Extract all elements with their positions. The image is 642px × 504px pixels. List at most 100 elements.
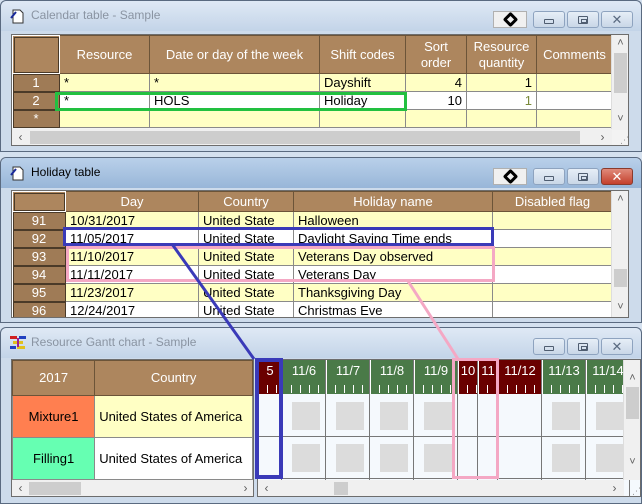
resize-grip[interactable]: ⋰	[612, 129, 628, 145]
cell-disabled-flag[interactable]	[492, 211, 613, 230]
column-header-disabled-flag[interactable]: Disabled flag	[492, 191, 613, 212]
cell-holiday-name[interactable]: Daylight Saving Time ends	[293, 229, 493, 248]
scroll-up-icon[interactable]: ˄	[624, 370, 640, 387]
shift-block[interactable]	[336, 402, 364, 430]
cell-comments[interactable]	[536, 73, 613, 92]
maximize-button[interactable]	[567, 11, 599, 28]
gantt-day-header[interactable]: 11/8	[370, 360, 413, 394]
gantt-day-column[interactable]: 10	[458, 360, 478, 496]
column-header-holiday-name[interactable]: Holiday name	[293, 191, 493, 212]
scroll-thumb[interactable]	[614, 269, 627, 287]
cell-sort[interactable]: 4	[405, 73, 467, 92]
maximize-button[interactable]	[567, 338, 599, 355]
scroll-left-icon[interactable]: ‹	[12, 129, 29, 145]
cell-country[interactable]: United State	[198, 265, 294, 284]
column-header-date[interactable]: Date or day of the week	[149, 35, 320, 74]
shift-block[interactable]	[292, 402, 320, 430]
gantt-titlebar[interactable]: Resource Gantt chart - Sample ✕	[1, 328, 641, 358]
minimize-button[interactable]	[533, 11, 565, 28]
cell-disabled-flag[interactable]	[492, 283, 613, 302]
table-row[interactable]: 1 * * Dayshift 4 1	[12, 73, 613, 92]
scroll-right-icon[interactable]: ›	[594, 129, 611, 145]
help-button[interactable]	[493, 11, 527, 28]
minimize-button[interactable]	[533, 338, 565, 355]
gantt-day-header[interactable]: 10	[458, 360, 477, 394]
cell-day[interactable]: 11/10/2017	[65, 247, 199, 266]
cell-day[interactable]: 11/11/2017	[65, 265, 199, 284]
cell-quantity[interactable]: 1	[466, 73, 537, 92]
vertical-scrollbar[interactable]: ˄ ˅	[611, 191, 628, 317]
gantt-day-header[interactable]: 11/9	[414, 360, 457, 394]
resource-country[interactable]: United States of America	[94, 437, 253, 480]
cell-disabled-flag[interactable]	[492, 247, 613, 266]
row-header[interactable]: 91	[12, 211, 66, 230]
shift-block[interactable]	[336, 444, 364, 472]
year-header[interactable]: 2017	[12, 360, 96, 396]
cell-date[interactable]: *	[149, 73, 320, 92]
column-header-sort-order[interactable]: Sort order	[405, 35, 467, 74]
row-header[interactable]: 96	[12, 301, 66, 317]
cell-disabled-flag[interactable]	[492, 229, 613, 248]
column-header-shift-codes[interactable]: Shift codes	[319, 35, 406, 74]
holiday-titlebar[interactable]: Holiday table ✕	[1, 158, 641, 188]
horizontal-scrollbar[interactable]: ‹ ›	[258, 480, 624, 496]
gantt-day-header[interactable]: 5	[258, 360, 281, 394]
minimize-button[interactable]	[533, 168, 565, 185]
resource-row[interactable]: Filling1 United States of America	[12, 437, 253, 480]
gantt-day-column[interactable]: 11/9	[414, 360, 458, 496]
resource-country[interactable]: United States of America	[94, 395, 253, 438]
table-row[interactable]: 93 11/10/2017 United State Veterans Day …	[12, 247, 613, 266]
cell-holiday-name[interactable]: Halloween	[293, 211, 493, 230]
cell-country[interactable]: United State	[198, 211, 294, 230]
gantt-day-column[interactable]: 11/12	[498, 360, 542, 496]
cell-shift[interactable]: Dayshift	[319, 73, 406, 92]
shift-block[interactable]	[424, 402, 452, 430]
gantt-day-column[interactable]: 11	[478, 360, 498, 496]
column-header-country[interactable]: Country	[94, 360, 253, 396]
cell-country[interactable]: United State	[198, 301, 294, 317]
row-header[interactable]: 95	[12, 283, 66, 302]
scroll-down-icon[interactable]: ˅	[612, 111, 628, 128]
cell-disabled-flag[interactable]	[492, 301, 613, 317]
cell-resource[interactable]: *	[59, 73, 150, 92]
scroll-left-icon[interactable]: ‹	[258, 480, 275, 496]
column-header-comments[interactable]: Comments	[536, 35, 613, 74]
scroll-thumb[interactable]	[29, 482, 81, 495]
cell-date[interactable]	[149, 109, 320, 128]
cell-resource[interactable]	[59, 109, 150, 128]
scroll-right-icon[interactable]: ›	[237, 480, 253, 496]
scroll-down-icon[interactable]: ˅	[612, 299, 628, 316]
gantt-day-column[interactable]: 11/6	[282, 360, 326, 496]
resource-name[interactable]: Mixture1	[12, 395, 96, 438]
cell-day[interactable]: 12/24/2017	[65, 301, 199, 317]
column-header-country[interactable]: Country	[198, 191, 294, 212]
close-button[interactable]: ✕	[601, 168, 633, 185]
resource-name[interactable]: Filling1	[12, 437, 96, 480]
shift-block[interactable]	[552, 444, 580, 472]
cell-sort[interactable]: 10	[405, 91, 467, 110]
cell-country[interactable]: United State	[198, 229, 294, 248]
gantt-day-column[interactable]: 11/13	[542, 360, 586, 496]
gantt-day-header[interactable]: 11/6	[282, 360, 325, 394]
corner-header[interactable]	[12, 191, 66, 212]
column-header-day[interactable]: Day	[65, 191, 199, 212]
column-header-resource-quantity[interactable]: Resource quantity	[466, 35, 537, 74]
cell-sort[interactable]	[405, 109, 467, 128]
help-button[interactable]	[493, 168, 527, 185]
gantt-day-header[interactable]: 11/13	[542, 360, 585, 394]
cell-quantity[interactable]: 1	[466, 91, 537, 110]
row-header[interactable]: 94	[12, 265, 66, 284]
row-header[interactable]: *	[12, 109, 60, 128]
shift-block[interactable]	[596, 402, 624, 430]
close-button[interactable]: ✕	[601, 338, 633, 355]
shift-block[interactable]	[292, 444, 320, 472]
cell-comments[interactable]	[536, 91, 613, 110]
cell-country[interactable]: United State	[198, 283, 294, 302]
scroll-down-icon[interactable]: ˅	[624, 454, 640, 471]
vertical-scrollbar[interactable]: ˄ ˅	[611, 35, 628, 130]
gantt-day-column[interactable]: 11/7	[326, 360, 370, 496]
cell-day[interactable]: 11/23/2017	[65, 283, 199, 302]
scroll-thumb[interactable]	[30, 131, 580, 144]
row-header[interactable]: 2	[12, 91, 60, 110]
cell-comments[interactable]	[536, 109, 613, 128]
